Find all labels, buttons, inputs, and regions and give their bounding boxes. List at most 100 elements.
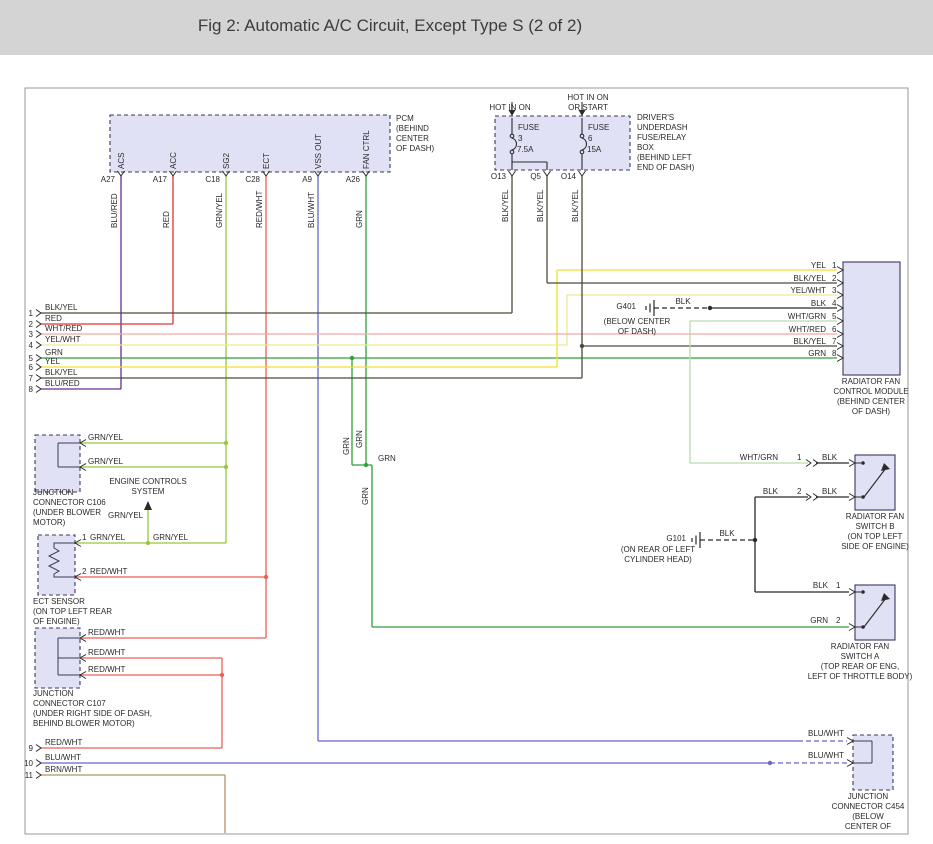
net-yel-wht <box>41 295 837 345</box>
wire-color-label: WHT/RED <box>776 325 826 335</box>
row-number: 7 <box>20 374 33 384</box>
pin-number: 5 <box>832 312 836 322</box>
ect-sensor-box <box>38 535 75 595</box>
wire-color-label: YEL/WHT <box>45 335 81 345</box>
wire-color-label: GRN <box>786 616 828 626</box>
fuse-number: 6 <box>588 134 592 144</box>
fuse-name: FUSE <box>588 123 609 133</box>
pcm-signal-label: VSS OUT <box>314 134 323 169</box>
hot-in-on-label: HOT IN ON <box>484 103 536 113</box>
pcm-pin-label: A9 <box>292 175 312 185</box>
fuse-name: FUSE <box>518 123 539 133</box>
pin-number: 7 <box>832 337 836 347</box>
pin-number: 2 <box>82 567 86 577</box>
wire-color-label: GRN <box>355 210 364 228</box>
row-number: 6 <box>20 363 33 373</box>
row-number: 9 <box>20 744 33 754</box>
fusebox-caption: DRIVER'S UNDERDASH FUSE/RELAY BOX (BEHIN… <box>637 113 694 173</box>
wire-color-label: BLK <box>822 487 837 497</box>
net-yel <box>41 270 837 367</box>
wire-color-label: GRN <box>355 430 364 448</box>
wire-color-label: RED/WHT <box>88 648 125 658</box>
pcm-pin-label: A17 <box>147 175 167 185</box>
switch-contacts <box>144 461 890 629</box>
wire-color-label: BLU/RED <box>110 193 119 228</box>
pin-number: 3 <box>832 286 836 296</box>
cavity-label: Q5 <box>519 172 541 182</box>
fuse-rating: 15A <box>587 145 601 155</box>
wire-color-label: BLU/WHT <box>794 729 844 739</box>
c454-caption: JUNCTION CONNECTOR C454 (BELOW CENTER OF <box>788 792 933 832</box>
pcm-pin-label: A27 <box>95 175 115 185</box>
wire-color-label: RED/WHT <box>88 628 125 638</box>
ground-name: G101 <box>656 534 686 544</box>
cavity-label: O14 <box>554 172 576 182</box>
pin-number: 1 <box>832 261 836 271</box>
wire-color-label: GRN/YEL <box>88 457 123 467</box>
ground-name: G401 <box>606 302 636 312</box>
net-blk-yel <box>41 176 837 378</box>
row-number: 1 <box>20 309 33 319</box>
wire-color-label: GRN/YEL <box>153 533 188 543</box>
pin-number: 2 <box>832 274 836 284</box>
c107-caption: JUNCTION CONNECTOR C107 (UNDER RIGHT SID… <box>33 689 152 729</box>
wire-color-label: BLK/YEL <box>501 190 510 222</box>
wire-color-label: BLU/WHT <box>307 192 316 228</box>
hot-in-on-or-start-label: HOT IN ON OR START <box>562 93 614 113</box>
wire-color-label: BLK <box>732 487 778 497</box>
pin-number: 4 <box>832 299 836 309</box>
engine-controls-label: ENGINE CONTROLS SYSTEM <box>98 477 198 497</box>
wire-color-label: WHT/GRN <box>732 453 778 463</box>
pin-number: 6 <box>832 325 836 335</box>
wire-color-label: BLK/YEL <box>571 190 580 222</box>
wire-color-label: YEL <box>45 357 60 367</box>
wire-color-label: BLK <box>668 297 698 307</box>
wire-color-label: BLK <box>776 299 826 309</box>
wire-color-label: BLK/YEL <box>45 368 77 378</box>
wire-color-label: GRN/YEL <box>215 193 224 228</box>
wiring-diagram-page: Fig 2: Automatic A/C Circuit, Except Typ… <box>0 0 933 844</box>
wire-color-label: GRN <box>342 437 351 455</box>
ect-caption: ECT SENSOR (ON TOP LEFT REAR OF ENGINE) <box>33 597 112 627</box>
pin-number: 2 <box>836 616 840 626</box>
pcm-signal-label: FAN CTRL <box>362 130 371 169</box>
wire-color-label: BLU/WHT <box>794 751 844 761</box>
fuse-rating: 7.5A <box>517 145 533 155</box>
pcm-caption: PCM (BEHIND CENTER OF DASH) <box>396 114 434 154</box>
pin-number: 1 <box>836 581 840 591</box>
pcm-signal-label: ACC <box>169 152 178 169</box>
pin-number: 8 <box>832 349 836 359</box>
wire-color-label: BLK <box>712 529 742 539</box>
wire-color-label: RED/WHT <box>45 738 82 748</box>
pcm-signal-label: SG2 <box>222 153 231 169</box>
radiator-fan-control-module-box <box>843 262 900 375</box>
wire-color-label: RED <box>45 314 62 324</box>
row-number: 4 <box>20 341 33 351</box>
wire-color-label: YEL <box>776 261 826 271</box>
net-red <box>41 176 173 324</box>
wire-color-label: BRN/WHT <box>45 765 82 775</box>
wire-color-label: GRN/YEL <box>90 533 125 543</box>
fuse-number: 3 <box>518 134 522 144</box>
pcm-pin-label: C18 <box>200 175 220 185</box>
row-number: 2 <box>20 320 33 330</box>
switch-b-caption: RADIATOR FAN SWITCH B (ON TOP LEFT SIDE … <box>795 512 933 552</box>
ground-caption: (ON REAR OF LEFT CYLINDER HEAD) <box>608 545 708 565</box>
cavity-label: O13 <box>484 172 506 182</box>
wire-color-label: RED/WHT <box>90 567 127 577</box>
pcm-signal-label: ACS <box>117 153 126 169</box>
pin-number: 1 <box>797 453 801 463</box>
wire-color-label: WHT/GRN <box>776 312 826 322</box>
pcm-pin-label: C28 <box>240 175 260 185</box>
wire-color-label: GRN/YEL <box>88 433 123 443</box>
pin-number: 1 <box>82 533 86 543</box>
wire-color-label: RED/WHT <box>255 191 264 228</box>
wire-color-label: BLK/YEL <box>776 274 826 284</box>
row-number: 8 <box>20 385 33 395</box>
pin-number: 2 <box>797 487 801 497</box>
pcm-signal-label: ECT <box>262 153 271 169</box>
pcm-pin-label: A26 <box>340 175 360 185</box>
net-brn-wht <box>41 775 225 833</box>
wire-color-label: BLU/RED <box>45 379 80 389</box>
row-number: 10 <box>20 759 33 769</box>
